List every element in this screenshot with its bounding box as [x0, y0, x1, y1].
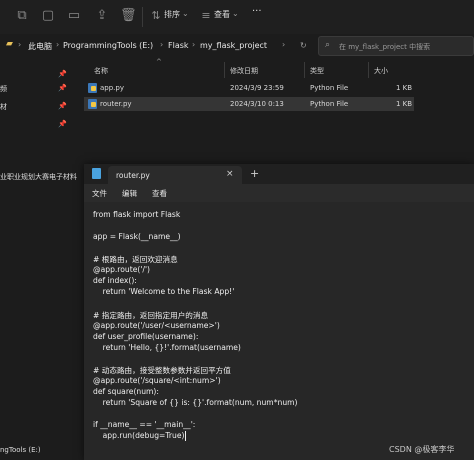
file-row-router[interactable]: router.py 2024/3/10 0:13 Python File 1 K…	[84, 97, 414, 111]
view-chevron-icon[interactable]: ⌄	[232, 9, 239, 18]
pin-icon: 📌	[58, 102, 67, 110]
notepad-app-icon	[92, 168, 101, 179]
nav-item-drive[interactable]: ngTools (E:)	[0, 446, 41, 454]
column-header-size[interactable]: 大小	[374, 66, 388, 76]
rename-icon[interactable]: ▭	[66, 8, 82, 24]
column-header-type[interactable]: 类型	[310, 66, 324, 76]
code-line: def user_profile(username):	[93, 331, 199, 341]
code-line: @app.route('/user/<username>')	[93, 320, 220, 330]
view-button[interactable]: 查看	[214, 9, 230, 20]
column-header-modified[interactable]: 修改日期	[230, 66, 258, 76]
tab-title: router.py	[116, 171, 150, 180]
pin-icon: 📌	[58, 120, 67, 128]
file-name: app.py	[100, 84, 124, 92]
breadcrumb-project[interactable]: my_flask_project	[200, 41, 267, 50]
sort-icon[interactable]: ⇅	[148, 8, 164, 24]
breadcrumb-this-pc[interactable]: 此电脑	[28, 41, 52, 52]
sort-chevron-icon[interactable]: ⌄	[182, 9, 189, 18]
tab-router-py[interactable]: router.py ×	[108, 166, 242, 184]
refresh-icon[interactable]: ↻	[300, 41, 307, 50]
code-line: app = Flask(__name__)	[93, 232, 181, 242]
toolbar-divider	[142, 7, 143, 27]
code-line: @app.route('/')	[93, 265, 151, 275]
search-placeholder: 在 my_flask_project 中搜索	[339, 43, 431, 51]
chevron-right-icon[interactable]: ›	[282, 40, 285, 49]
file-type: Python File	[310, 84, 349, 92]
column-divider[interactable]	[224, 62, 225, 78]
chevron-right-icon: ›	[160, 40, 164, 49]
code-line: app.run(debug=True)	[93, 431, 185, 441]
code-line: return 'Welcome to the Flask App!'	[93, 287, 235, 297]
column-header-name[interactable]: 名称	[94, 66, 108, 76]
share-icon[interactable]: ⇪	[94, 8, 110, 24]
code-line: return 'Hello, {}!'.format(username)	[93, 342, 241, 352]
nav-item-materials[interactable]: 材	[0, 102, 7, 112]
nav-item-videos[interactable]: 频	[0, 84, 7, 94]
text-editor[interactable]: from flask import Flask app = Flask(__nam…	[84, 202, 474, 460]
search-icon: ⌕	[325, 40, 331, 50]
column-divider[interactable]	[304, 62, 305, 78]
code-line: if __name__ == '__main__':	[93, 420, 196, 430]
menu-file[interactable]: 文件	[92, 188, 107, 199]
explorer-toolbar: ⧉ ▢ ▭ ⇪ 🗑 ⇅ 排序 ⌄ ≡ 查看 ⌄ ···	[0, 0, 474, 34]
chevron-right-icon: ›	[56, 40, 60, 49]
menu-edit[interactable]: 编辑	[122, 188, 137, 199]
file-modified: 2024/3/10 0:13	[230, 100, 284, 108]
more-options-button[interactable]: ···	[252, 6, 262, 17]
pin-icon: 📌	[58, 84, 67, 92]
python-file-icon	[88, 99, 97, 109]
chevron-right-icon: ›	[192, 40, 196, 49]
sort-button[interactable]: 排序	[164, 9, 180, 20]
notepad-titlebar[interactable]: router.py × +	[84, 164, 474, 184]
new-tab-icon[interactable]: +	[250, 167, 259, 180]
code-line: # 动态路由，接受整数参数并返回平方值	[93, 365, 231, 375]
file-name: router.py	[100, 100, 132, 108]
delete-icon[interactable]: 🗑	[120, 8, 137, 24]
sort-indicator-icon: ^	[156, 58, 162, 66]
notepad-menubar: 文件 编辑 查看	[84, 184, 474, 202]
pin-icon: 📌	[58, 70, 67, 78]
file-row-app[interactable]: app.py 2024/3/9 23:59 Python File 1 KB	[84, 81, 414, 95]
search-input[interactable]: ⌕ 在 my_flask_project 中搜索	[318, 36, 474, 56]
breadcrumb-drive[interactable]: ProgrammingTools (E:)	[63, 41, 153, 50]
column-divider[interactable]	[368, 62, 369, 78]
code-line: # 根路由，返回欢迎消息	[93, 255, 178, 265]
code-line: def index():	[93, 276, 137, 286]
code-line: return 'Square of {} is: {}'.format(num,…	[93, 398, 298, 408]
notepad-window: router.py × + 文件 编辑 查看 from flask import…	[84, 164, 474, 460]
text-caret	[185, 431, 186, 442]
code-line: @app.route('/square/<int:num>')	[93, 375, 221, 385]
python-file-icon	[88, 83, 97, 93]
code-line: # 指定路由，返回指定用户的消息	[93, 310, 209, 320]
address-bar[interactable]: ▰ › 此电脑 › ProgrammingTools (E:) › Flask …	[0, 34, 474, 58]
file-modified: 2024/3/9 23:59	[230, 84, 284, 92]
file-type: Python File	[310, 100, 349, 108]
folder-icon: ▰	[6, 39, 13, 49]
file-size: 1 KB	[396, 100, 413, 108]
watermark-text: CSDN @极客李华	[389, 445, 455, 454]
menu-view[interactable]: 查看	[152, 188, 167, 199]
view-icon[interactable]: ≡	[198, 8, 214, 24]
close-tab-icon[interactable]: ×	[226, 169, 234, 179]
paste-icon[interactable]: ▢	[40, 8, 56, 24]
code-line: def square(num):	[93, 386, 159, 396]
code-line: from flask import Flask	[93, 210, 181, 219]
chevron-right-icon: ›	[18, 40, 22, 49]
copy-icon[interactable]: ⧉	[14, 8, 30, 24]
navigation-pane: 频 📌 📌 材 📌 📌 业职业规划大赛电子材料	[0, 58, 77, 460]
breadcrumb-flask[interactable]: Flask	[168, 41, 189, 50]
file-size: 1 KB	[396, 84, 413, 92]
nav-item-career-folder[interactable]: 业职业规划大赛电子材料	[0, 172, 77, 182]
